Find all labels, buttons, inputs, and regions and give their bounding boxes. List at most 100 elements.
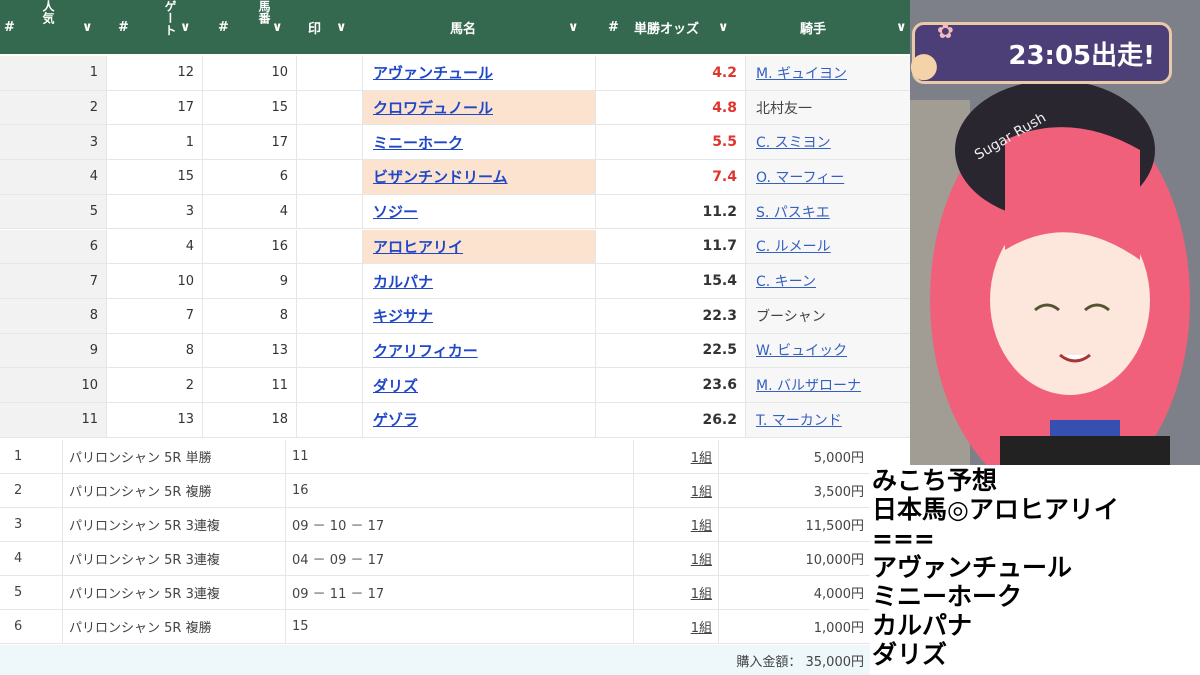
table-row: 11 13 18 ゲゾラ 26.2 T. マーカンド [0, 403, 910, 438]
bet-no: 5 [14, 585, 23, 600]
bet-race: パリロンシャン 5R 3連複 [62, 508, 286, 541]
horse-link[interactable]: ミニーホーク [373, 132, 463, 153]
gate-cell: 17 [106, 90, 202, 126]
jockey-link[interactable]: T. マーカンド [756, 410, 842, 430]
popularity-cell: 1 [0, 56, 106, 91]
horse-link[interactable]: クアリフィカー [373, 340, 478, 361]
mark-cell[interactable] [296, 368, 362, 403]
bet-row: 5 パリロンシャン 5R 3連複 09 － 11 － 17 1組 4,000円 [0, 576, 870, 610]
col-mark[interactable]: 印 [308, 0, 321, 54]
number-cell: 6 [202, 160, 296, 195]
mark-cell[interactable] [296, 194, 362, 230]
bet-race: パリロンシャン 5R 3連複 [62, 576, 286, 609]
horse-link[interactable]: クロワデュノール [373, 97, 493, 118]
horse-name-cell: アロヒアリイ [362, 229, 595, 265]
horse-link[interactable]: ダリズ [373, 375, 418, 396]
sort-name-icon[interactable]: ∨ [568, 0, 579, 54]
jockey-link[interactable]: M. ギュイヨン [756, 63, 847, 83]
bet-no: 4 [14, 551, 23, 566]
mark-cell[interactable] [296, 264, 362, 299]
horse-link[interactable]: キジサナ [373, 305, 433, 326]
col-hash: # [4, 19, 15, 35]
sakura-icon: ✿ [937, 19, 954, 43]
horse-link[interactable]: ソジー [373, 201, 418, 222]
jockey-link[interactable]: C. キーン [756, 271, 816, 291]
popularity-cell: 6 [0, 229, 106, 265]
jockey-link[interactable]: S. パスキエ [756, 202, 830, 222]
jockey-cell: ブーシャン [745, 298, 910, 334]
bet-units-link[interactable]: 1組 [691, 583, 712, 602]
mark-cell[interactable] [296, 90, 362, 126]
cat-paw-icon: ● [909, 45, 939, 85]
gate-cell: 4 [106, 229, 202, 265]
mark-cell[interactable] [296, 229, 362, 265]
memo-line: ミニーホーク [872, 582, 1023, 611]
gate-cell: 7 [106, 298, 202, 334]
mark-cell[interactable] [296, 160, 362, 195]
gate-cell: 15 [106, 160, 202, 195]
table-row: 9 8 13 クアリフィカー 22.5 W. ビュイック [0, 333, 910, 369]
bet-no: 2 [14, 483, 23, 498]
bet-amount: 4,000円 [813, 587, 864, 602]
jockey-link[interactable]: C. スミヨン [756, 132, 831, 152]
mark-cell[interactable] [296, 333, 362, 369]
popularity-cell: 9 [0, 333, 106, 369]
horse-link[interactable]: カルパナ [373, 271, 433, 292]
popularity-cell: 2 [0, 90, 106, 126]
horse-name-cell: クアリフィカー [362, 333, 595, 369]
sort-odds-icon[interactable]: ∨ [718, 0, 729, 54]
number-cell: 15 [202, 90, 296, 126]
odds-cell: 23.6 [595, 368, 745, 403]
mark-cell[interactable] [296, 56, 362, 91]
odds-cell: 4.2 [595, 56, 745, 91]
sort-mark-icon[interactable]: ∨ [336, 0, 347, 54]
bet-units-link[interactable]: 1組 [691, 549, 712, 568]
col-odds[interactable]: 単勝オッズ [634, 0, 699, 54]
col-gate[interactable]: ゲート [163, 0, 177, 54]
jockey-link[interactable]: M. バルザローナ [756, 375, 861, 395]
mark-cell[interactable] [296, 298, 362, 334]
col-horse-name[interactable]: 馬名 [450, 0, 476, 54]
bet-no: 3 [14, 517, 23, 532]
bet-race: パリロンシャン 5R 複勝 [62, 610, 286, 643]
horse-name-cell: カルパナ [362, 264, 595, 299]
horse-link[interactable]: アヴァンチュール [373, 62, 493, 83]
sort-jockey-icon[interactable]: ∨ [896, 0, 907, 54]
number-cell: 13 [202, 333, 296, 369]
sort-gate-icon[interactable]: ∨ [180, 0, 191, 54]
horse-link[interactable]: ビザンチンドリーム [373, 166, 508, 187]
col-popularity[interactable]: 人気 [41, 0, 55, 54]
mark-cell[interactable] [296, 125, 362, 161]
jockey-link[interactable]: O. マーフィー [756, 167, 844, 187]
bet-units-link[interactable]: 1組 [691, 447, 712, 466]
horse-link[interactable]: ゲゾラ [373, 409, 418, 430]
jockey-link[interactable]: W. ビュイック [756, 340, 847, 360]
bet-units-link[interactable]: 1組 [691, 515, 712, 534]
horse-name-cell: ゲゾラ [362, 403, 595, 438]
jockey-link[interactable]: C. ルメール [756, 236, 831, 256]
horse-link[interactable]: アロヒアリイ [373, 236, 463, 257]
col-number[interactable]: 馬番 [257, 0, 271, 54]
bet-units-link[interactable]: 1組 [691, 617, 712, 636]
gate-cell: 1 [106, 125, 202, 161]
bet-units-link[interactable]: 1組 [691, 481, 712, 500]
mark-cell[interactable] [296, 403, 362, 438]
table-row: 10 2 11 ダリズ 23.6 M. バルザローナ [0, 368, 910, 403]
jockey-name: 北村友一 [756, 100, 812, 117]
sort-popularity-icon[interactable]: ∨ [82, 0, 93, 54]
col-hash: # [118, 19, 129, 35]
popularity-cell: 8 [0, 298, 106, 334]
jockey-cell: C. スミヨン [745, 125, 910, 161]
bet-row: 3 パリロンシャン 5R 3連複 09 － 10 － 17 1組 11,500円 [0, 508, 870, 542]
col-jockey[interactable]: 騎手 [800, 0, 826, 54]
popularity-cell: 4 [0, 160, 106, 195]
jockey-cell: M. バルザローナ [745, 368, 910, 403]
gate-cell: 10 [106, 264, 202, 299]
jockey-cell: C. キーン [745, 264, 910, 299]
number-cell: 11 [202, 368, 296, 403]
memo-line: ダリズ [872, 640, 948, 669]
number-cell: 4 [202, 194, 296, 230]
horse-name-cell: ビザンチンドリーム [362, 160, 595, 195]
popularity-cell: 3 [0, 125, 106, 161]
sort-number-icon[interactable]: ∨ [272, 0, 283, 54]
